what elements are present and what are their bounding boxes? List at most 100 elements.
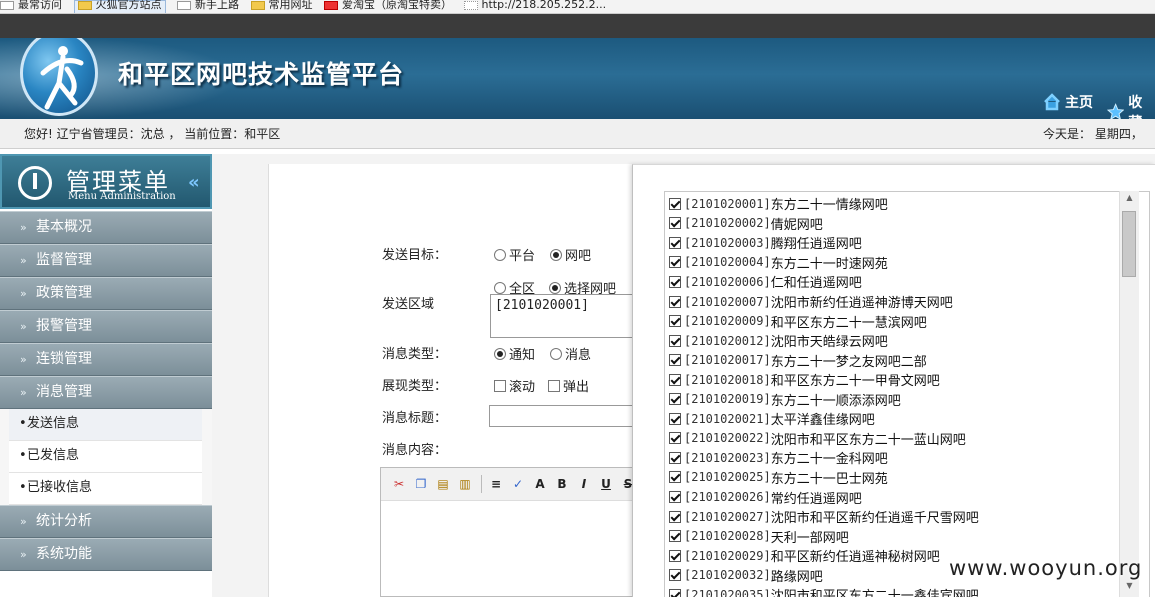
netbar-list-item[interactable]: [2101020026] 常约任逍遥网吧	[669, 487, 862, 507]
sidebar-item-overview[interactable]: » 基本概况	[0, 211, 212, 244]
bookmark-common-sites[interactable]: 常用网址	[250, 0, 313, 13]
bold-icon[interactable]: B	[552, 475, 572, 493]
scroll-up-icon[interactable]: ▲	[1120, 193, 1139, 207]
netbar-list-item[interactable]: [2101020027] 沈阳市和平区新约任逍遥千尺雪网吧	[669, 507, 979, 527]
netbar-list-item[interactable]: [2101020025] 东方二十一巴士网苑	[669, 468, 888, 488]
netbar-code: [2101020004]	[684, 255, 771, 270]
netbar-list-item[interactable]: [2101020018] 和平区东方二十一甲骨文网吧	[669, 370, 940, 390]
checkbox-checked-icon[interactable]	[669, 256, 681, 269]
netbar-name: 和平区东方二十一慧滨网吧	[770, 315, 927, 331]
netbar-list-item[interactable]: [2101020029] 和平区新约任逍遥神秘树网吧	[669, 546, 940, 566]
menu-header: 管理菜单 Menu Administration «	[0, 154, 212, 209]
sidebar-item-messages[interactable]: » 消息管理	[0, 376, 212, 409]
submenu-received-messages[interactable]: • 已接收信息	[9, 473, 202, 505]
netbar-list-item[interactable]: [2101020003] 腾翔任逍遥网吧	[669, 233, 862, 253]
netbar-name: 和平区新约任逍遥神秘树网吧	[770, 550, 940, 566]
sidebar-item-statistics[interactable]: » 统计分析	[0, 505, 212, 538]
bookmark-url[interactable]: http://218.205.252.2...	[463, 0, 606, 13]
message-content-editor[interactable]: ✂ ❐ ▤ ▥ ≡ ✓ A B I U S	[380, 467, 648, 597]
netbar-list-item[interactable]: [2101020017] 东方二十一梦之友网吧二部	[669, 350, 927, 370]
bookmark-aitaobao[interactable]: 爱淘宝（原淘宝特卖）	[324, 0, 452, 13]
submenu-send-message[interactable]: • 发送信息	[9, 409, 202, 441]
list-scrollbar[interactable]: ▲ ▼	[1119, 191, 1139, 597]
netbar-list-item[interactable]: [2101020012] 沈阳市天皓绿云网吧	[669, 331, 888, 351]
msg-type-message-radio[interactable]: 消息	[550, 344, 591, 363]
checkbox-checked-icon[interactable]	[669, 412, 681, 425]
italic-icon[interactable]: I	[574, 475, 594, 493]
bookmark-most-visited[interactable]: 最常访问	[0, 0, 62, 13]
area-selection-field[interactable]: [2101020001]	[490, 294, 640, 338]
messages-submenu: • 发送信息 • 已发信息 • 已接收信息	[0, 409, 212, 505]
sidebar-item-supervision[interactable]: » 监督管理	[0, 244, 212, 277]
underline-icon[interactable]: U	[596, 475, 616, 493]
paste-text-icon[interactable]: ▥	[455, 475, 475, 493]
cut-icon[interactable]: ✂	[389, 475, 409, 493]
watermark: www.wooyun.org	[949, 556, 1143, 580]
area-label: 发送区域	[382, 297, 435, 312]
favorite-link[interactable]: 收藏	[1107, 92, 1155, 119]
target-platform-radio[interactable]: 平台	[494, 245, 535, 264]
bookmark-firefox-official[interactable]: 火狐官方站点	[73, 0, 166, 13]
display-scroll-checkbox[interactable]: 滚动	[494, 376, 535, 395]
checkbox-checked-icon[interactable]	[669, 197, 681, 210]
checkbox-checked-icon[interactable]	[669, 275, 681, 288]
home-link[interactable]: 主页	[1043, 92, 1093, 112]
checkbox-checked-icon[interactable]	[669, 373, 681, 386]
netbar-list-item[interactable]: [2101020022] 沈阳市和平区东方二十一蓝山网吧	[669, 429, 966, 449]
sidebar-item-policy[interactable]: » 政策管理	[0, 277, 212, 310]
spellcheck-icon[interactable]: ✓	[508, 475, 528, 493]
collapse-icon[interactable]: «	[188, 172, 200, 193]
platform-logo-icon	[20, 38, 98, 116]
checkbox-checked-icon[interactable]	[669, 588, 681, 597]
sidebar-item-alarm[interactable]: » 报警管理	[0, 310, 212, 343]
netbar-list-item[interactable]: [2101020007] 沈阳市新约任逍遥神游博天网吧	[669, 292, 953, 312]
checkbox-checked-icon[interactable]	[669, 236, 681, 249]
checkbox-checked-icon[interactable]	[669, 451, 681, 464]
scroll-thumb[interactable]	[1122, 211, 1136, 277]
netbar-list-item[interactable]: [2101020004] 东方二十一时速网苑	[669, 253, 888, 273]
netbar-list-item[interactable]: [2101020019] 东方二十一顺添添网吧	[669, 390, 901, 410]
font-icon[interactable]: A	[530, 475, 550, 493]
checkbox-checked-icon[interactable]	[669, 432, 681, 445]
checkbox-checked-icon[interactable]	[669, 217, 681, 230]
message-title-input[interactable]	[489, 405, 639, 427]
netbar-list-item[interactable]: [2101020035] 沈阳市和平区东方二十一鑫佳宾网吧	[669, 585, 979, 597]
bookmark-getting-started[interactable]: 新手上路	[177, 0, 239, 13]
checkbox-checked-icon[interactable]	[669, 471, 681, 484]
checkbox-checked-icon[interactable]	[669, 393, 681, 406]
netbar-list-item[interactable]: [2101020006] 仁和任逍遥网吧	[669, 272, 862, 292]
msg-type-notice-radio[interactable]: 通知	[494, 344, 535, 363]
target-netbar-radio[interactable]: 网吧	[550, 245, 591, 264]
checkbox-checked-icon[interactable]	[669, 295, 681, 308]
copy-icon[interactable]: ❐	[411, 475, 431, 493]
netbar-code: [2101020027]	[684, 509, 771, 524]
editor-toolbar: ✂ ❐ ▤ ▥ ≡ ✓ A B I U S	[381, 468, 647, 501]
checkbox-checked-icon[interactable]	[669, 334, 681, 347]
submenu-sent-messages[interactable]: • 已发信息	[9, 441, 202, 473]
netbar-list-item[interactable]: [2101020001] 东方二十一情缘网吧	[669, 194, 888, 214]
netbar-list-item[interactable]: [2101020028] 天利一部网吧	[669, 526, 849, 546]
checkbox-checked-icon[interactable]	[669, 315, 681, 328]
checkbox-checked-icon[interactable]	[669, 510, 681, 523]
folder-icon	[77, 1, 92, 10]
header-banner: 和平区网吧技术监管平台 主页 收藏	[0, 38, 1155, 119]
checkbox-checked-icon[interactable]	[669, 569, 681, 582]
align-icon[interactable]: ≡	[486, 475, 506, 493]
checkbox-checked-icon[interactable]	[669, 491, 681, 503]
display-popup-checkbox[interactable]: 弹出	[548, 376, 589, 395]
netbar-list-item[interactable]: [2101020032] 路缘网吧	[669, 565, 823, 585]
netbar-list-item[interactable]: [2101020009] 和平区东方二十一慧滨网吧	[669, 311, 927, 331]
sidebar-item-chain[interactable]: » 连锁管理	[0, 343, 212, 376]
checkbox-checked-icon[interactable]	[669, 354, 681, 367]
chevron-right-icon: »	[20, 515, 27, 528]
checkbox-checked-icon[interactable]	[669, 549, 681, 562]
netbar-list-item[interactable]: [2101020021] 太平洋鑫佳缘网吧	[669, 409, 875, 429]
netbar-list-item[interactable]: [2101020023] 东方二十一金科网吧	[669, 448, 888, 468]
scroll-down-icon[interactable]: ▼	[1120, 581, 1139, 595]
netbar-code: [2101020006]	[684, 274, 771, 289]
netbar-code: [2101020001]	[684, 196, 771, 211]
sidebar-item-system[interactable]: » 系统功能	[0, 538, 212, 571]
paste-icon[interactable]: ▤	[433, 475, 453, 493]
netbar-list-item[interactable]: [2101020002] 倩妮网吧	[669, 214, 823, 234]
checkbox-checked-icon[interactable]	[669, 530, 681, 543]
